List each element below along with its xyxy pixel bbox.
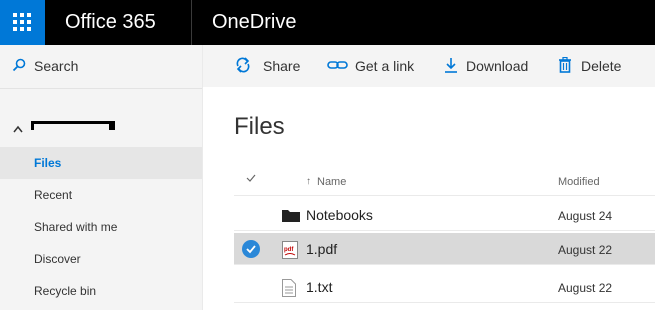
file-modified: August 22 [558, 243, 613, 257]
file-modified: August 22 [558, 281, 613, 295]
search-box[interactable]: Search [0, 45, 202, 87]
sidebar-item-recycle-bin[interactable]: Recycle bin [0, 275, 202, 307]
selected-check-icon[interactable] [242, 240, 260, 258]
download-label: Download [466, 58, 529, 74]
search-icon [12, 58, 26, 72]
list-header: ↑ Name Modified [234, 166, 655, 196]
app-launcher-icon[interactable] [0, 0, 45, 45]
link-icon [327, 61, 348, 69]
get-a-link-button[interactable]: Get a link [327, 57, 422, 77]
column-header-name[interactable]: Name [317, 176, 346, 188]
text-file-icon [282, 279, 296, 297]
share-icon [236, 57, 250, 73]
select-all-checkmark-icon[interactable] [246, 174, 256, 182]
file-name[interactable]: 1.txt [306, 279, 332, 295]
chevron-up-icon[interactable] [12, 124, 24, 134]
sidebar-item-recent[interactable]: Recent [0, 179, 202, 211]
search-label: Search [34, 58, 79, 74]
header-divider [191, 0, 192, 45]
top-bar: Office 365 OneDrive [0, 0, 655, 45]
sidebar-item-files[interactable]: Files [0, 147, 202, 179]
sort-arrow-up-icon: ↑ [306, 176, 311, 187]
table-row[interactable]: Notebooks August 24 [234, 199, 655, 231]
sidebar-item-shared-with-me[interactable]: Shared with me [0, 211, 202, 243]
get-a-link-label: Get a link [355, 58, 415, 74]
sidebar-item-label: Discover [34, 252, 81, 266]
download-button[interactable]: Download [443, 57, 538, 77]
file-name[interactable]: 1.pdf [306, 241, 337, 257]
delete-label: Delete [581, 58, 622, 74]
sidebar-item-label: Recycle bin [34, 284, 97, 298]
sidebar-item-label: Files [34, 156, 62, 170]
sidebar-item-discover[interactable]: Discover [0, 243, 202, 275]
svg-text:pdf: pdf [284, 247, 294, 253]
column-header-modified[interactable]: Modified [558, 176, 600, 188]
pdf-icon: pdf [282, 241, 298, 259]
product-title[interactable]: OneDrive [212, 11, 296, 34]
trash-icon [559, 57, 571, 73]
share-button[interactable]: Share [235, 57, 305, 77]
redacted-account-name [31, 121, 115, 131]
download-icon [445, 58, 457, 73]
sidebar-item-label: Recent [34, 188, 73, 202]
file-modified: August 24 [558, 209, 613, 223]
command-bar: Share Get a link Download Delete [203, 45, 655, 87]
sidebar-separator [0, 88, 202, 89]
share-label: Share [263, 58, 301, 74]
page-title: Files [234, 113, 285, 140]
delete-button[interactable]: Delete [558, 57, 623, 77]
table-row[interactable]: pdf 1.pdf August 22 [234, 233, 655, 265]
sidebar-item-label: Shared with me [34, 220, 118, 234]
folder-icon [282, 210, 300, 222]
file-name[interactable]: Notebooks [306, 207, 373, 223]
app-title[interactable]: Office 365 [65, 11, 156, 34]
table-row[interactable]: 1.txt August 22 [234, 271, 655, 303]
